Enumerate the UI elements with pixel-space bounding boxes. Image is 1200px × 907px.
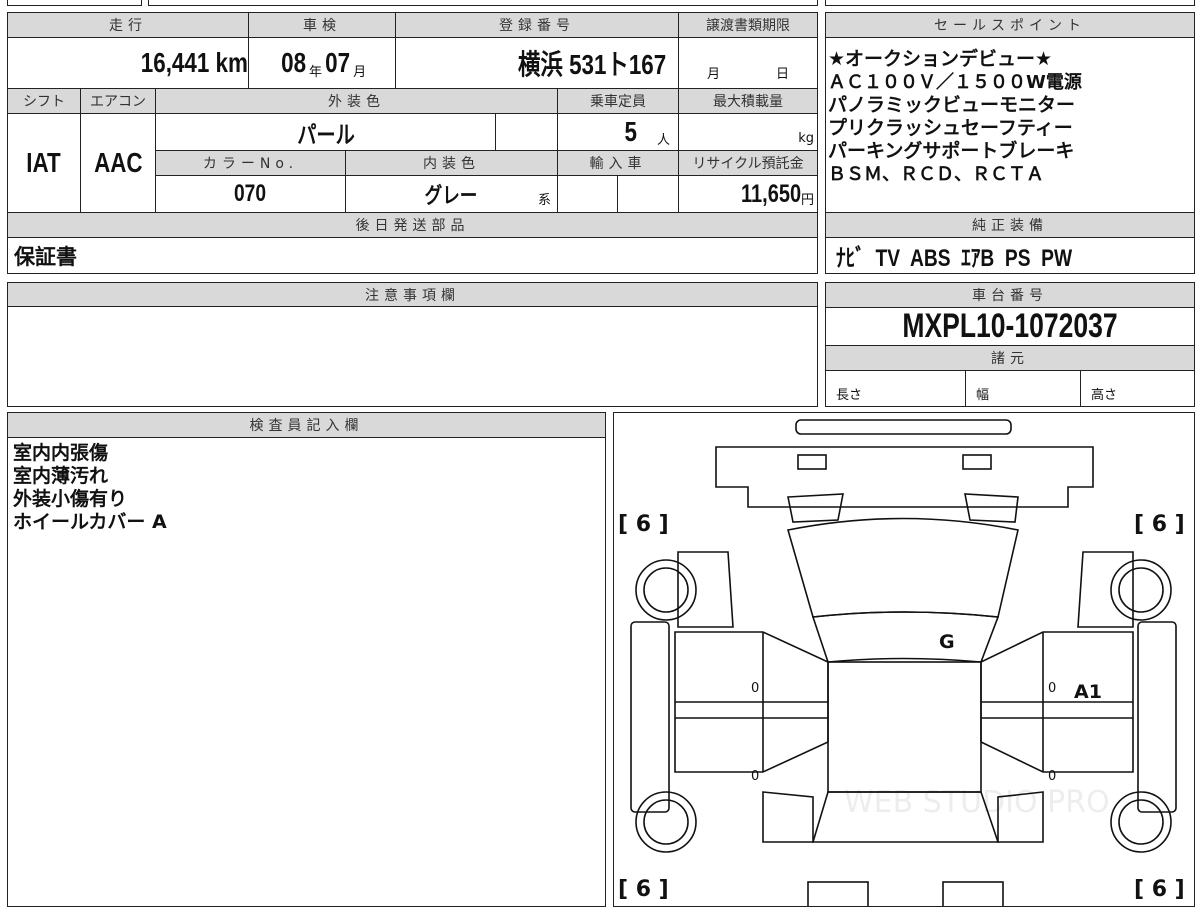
sales-point: パーキングサポートブレーキ <box>828 140 1075 162</box>
inspection-header: 車検 <box>248 12 396 38</box>
sales-points-header: セールスポイント <box>825 12 1195 38</box>
sales-point: ＡＣ１００Ｖ／１５００W電源 <box>828 72 1082 93</box>
month-unit: 月 <box>353 64 367 80</box>
sales-point: プリクラッシュセーフティー <box>828 117 1073 139</box>
registration-cell: 横浜 531ト167 <box>395 37 679 89</box>
max-load-cell: kg <box>678 113 818 151</box>
color-no-header: カラーNo. <box>155 150 346 176</box>
chassis-cell: MXPL10-1072037 <box>825 307 1195 346</box>
aircon-value: AAC <box>93 147 143 178</box>
inspector-note: 室内内張傷 <box>13 442 109 464</box>
transfer-deadline-header: 譲渡書類期限 <box>678 12 818 38</box>
transfer-deadline-cell: 月日 <box>678 37 818 89</box>
tire-mark-rear-left: [ 6 ] <box>618 877 669 902</box>
top-strip-cell <box>148 0 818 6</box>
notes-area <box>7 306 818 407</box>
inspector-note: 外装小傷有り <box>13 488 128 510</box>
interior-color-value: グレー <box>425 183 478 208</box>
zero-mark: 0 <box>751 769 760 784</box>
top-strip-cell <box>825 0 1195 6</box>
inspection-year: 08 <box>280 47 306 78</box>
exterior-color-header: 外装色 <box>155 88 558 114</box>
tire-mark-front-left: [ 6 ] <box>618 512 669 537</box>
watermark: WEB STUDIO PRO <box>844 785 1110 820</box>
later-parts-value: 保証書 <box>7 237 818 274</box>
shift-header: シフト <box>7 88 81 114</box>
zero-mark: 0 <box>1048 769 1057 784</box>
inspector-notes: 室内内張傷 室内薄汚れ 外装小傷有り ホイールカバー A <box>13 442 167 534</box>
chassis-header: 車台番号 <box>825 282 1195 308</box>
color-no-value: 070 <box>234 180 267 207</box>
spec-header: 諸元 <box>825 345 1195 371</box>
color-no-cell: 070 <box>155 175 346 213</box>
car-diagram: [ 6 ] [ 6 ] [ 6 ] [ 6 ] G A1 0 0 0 0 WEB… <box>613 412 1195 907</box>
length-cell: 長さ <box>825 370 966 407</box>
sales-point-list: ★オークションデビュー★ ＡＣ１００Ｖ／１５００W電源 パノラミックビューモニタープ… <box>828 48 1082 186</box>
inspector-note: ホイールカバー A <box>13 511 167 533</box>
shift-value: IAT <box>26 147 62 178</box>
zero-mark: 0 <box>1048 681 1057 696</box>
recycle-fee-value: 11,650 <box>740 179 801 208</box>
interior-color-header: 内装色 <box>345 150 558 176</box>
notes-header: 注意事項欄 <box>7 282 818 307</box>
interior-color-cell: グレー 系 <box>345 175 558 213</box>
yen-unit: 円 <box>800 192 814 208</box>
blank-cell <box>495 113 558 151</box>
exterior-color-cell: パール <box>155 113 496 151</box>
shift-cell: IAT <box>7 113 81 213</box>
imported-cell <box>557 175 618 213</box>
top-strip-cell <box>7 0 142 6</box>
year-unit: 年 <box>308 64 322 80</box>
day-label: 日 <box>775 67 789 82</box>
sales-point: ★オークションデビュー★ <box>828 48 1053 70</box>
tire-mark-front-right: [ 6 ] <box>1134 512 1185 537</box>
car-outline <box>630 419 1177 906</box>
month-label: 月 <box>706 67 720 82</box>
sales-point: ＢＳＭ、ＲＣＤ、ＲＣＴＡ <box>828 164 1044 185</box>
aircon-header: エアコン <box>80 88 156 114</box>
recycle-fee-cell: 11,650 円 <box>678 175 818 213</box>
inspector-note: 室内薄汚れ <box>13 465 109 487</box>
equipment-cell: ﾅﾋﾞ TV ABS ｴｱB PS PW <box>825 237 1195 274</box>
inspection-cell: 08 年 07 月 <box>248 37 396 89</box>
zero-mark: 0 <box>751 681 760 696</box>
tire-mark-rear-right: [ 6 ] <box>1134 877 1185 902</box>
registration-header: 登録番号 <box>395 12 679 38</box>
width-cell: 幅 <box>965 370 1081 407</box>
capacity-cell: 5人 <box>557 113 679 151</box>
sales-points-box: ★オークションデビュー★ ＡＣ１００Ｖ／１５００W電源 パノラミックビューモニタープ… <box>825 37 1195 213</box>
exterior-color-value: パール <box>296 121 355 149</box>
interior-suffix: 系 <box>537 193 551 208</box>
roof-damage-mark: G <box>939 631 955 653</box>
chassis-number: MXPL10-1072037 <box>902 307 1118 345</box>
door-damage-mark: A1 <box>1074 681 1102 703</box>
mileage-value: 16,441 km <box>140 47 248 78</box>
registration-value: 横浜 531ト167 <box>517 49 666 80</box>
inspector-box: 室内内張傷 室内薄汚れ 外装小傷有り ホイールカバー A <box>7 437 606 907</box>
mileage-cell: 16,441 km <box>7 37 249 89</box>
recycle-fee-header: リサイクル預託金 <box>678 150 818 176</box>
inspector-header: 検査員記入欄 <box>7 412 606 438</box>
mileage-header: 走行 <box>7 12 249 38</box>
later-parts-header: 後日発送部品 <box>7 212 818 238</box>
aircon-cell: AAC <box>80 113 156 213</box>
max-load-header: 最大積載量 <box>678 88 818 114</box>
capacity-unit: 人 <box>656 132 670 148</box>
height-cell: 高さ <box>1080 370 1195 407</box>
inspection-month: 07 <box>325 47 351 78</box>
capacity-header: 乗車定員 <box>557 88 679 114</box>
capacity-value: 5 <box>624 116 638 147</box>
imported-cell <box>617 175 679 213</box>
sales-point: パノラミックビューモニター <box>828 94 1076 116</box>
imported-header: 輸入車 <box>557 150 679 176</box>
equipment-value: ﾅﾋﾞ TV ABS ｴｱB PS PW <box>836 245 1073 272</box>
equipment-header: 純正装備 <box>825 212 1195 238</box>
